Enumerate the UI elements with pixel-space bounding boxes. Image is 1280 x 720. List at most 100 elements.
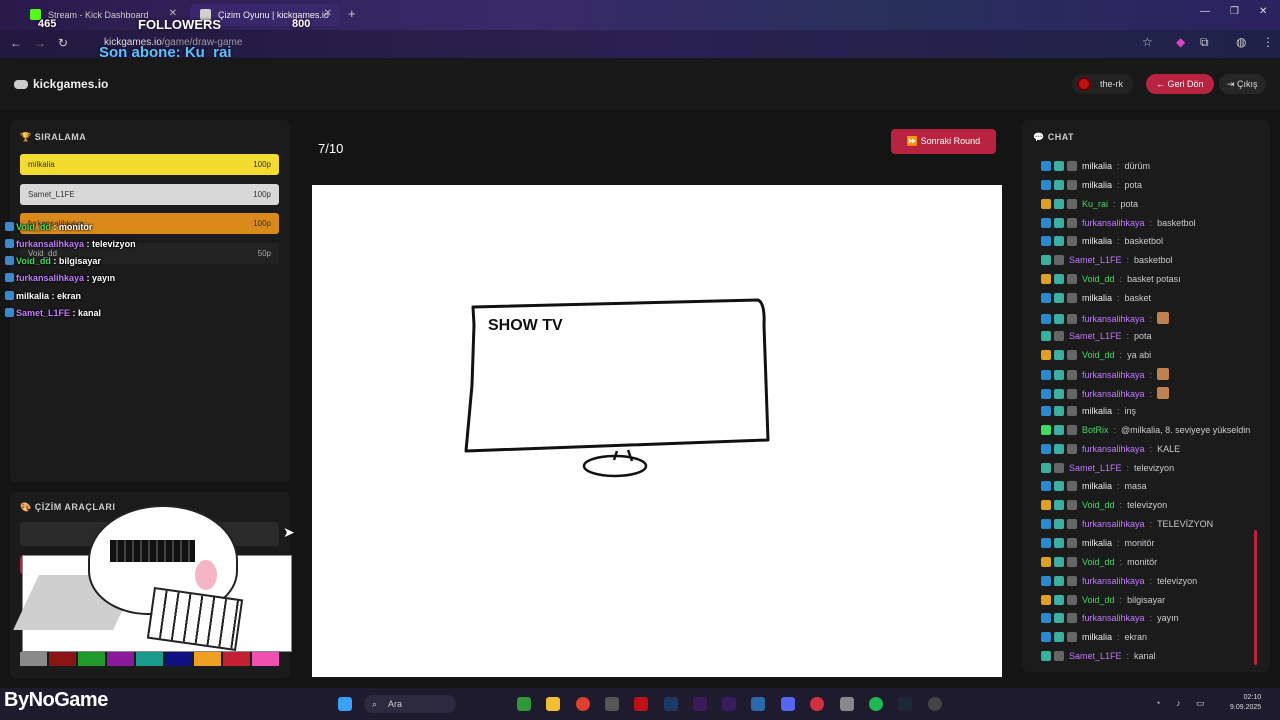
overlay-chat-line: furkansalihkaya : yayın (5, 273, 115, 283)
chat-username[interactable]: milkalia (1082, 538, 1112, 548)
chat-username[interactable]: milkalia (1082, 180, 1112, 190)
close-tab-icon[interactable]: ✕ (324, 8, 332, 19)
overlay-chat-user: Samet_L1FE (16, 308, 71, 318)
chrome-icon[interactable] (576, 697, 590, 711)
file-explorer-icon[interactable] (546, 697, 560, 711)
chat-username[interactable]: milkalia (1082, 406, 1112, 416)
chat-username[interactable]: Void_dd (1082, 274, 1115, 284)
badge-icon (1041, 462, 1051, 473)
settings-icon[interactable] (840, 697, 854, 711)
badge-icon (1054, 500, 1064, 511)
chat-username[interactable]: furkansalihkaya (1082, 389, 1145, 399)
chat-username[interactable]: milkalia (1082, 236, 1112, 246)
chat-separator: : (1149, 575, 1153, 586)
color-swatch[interactable] (165, 652, 192, 666)
site-logo[interactable]: kickgames.io (14, 77, 108, 91)
chat-username[interactable]: furkansalihkaya (1082, 444, 1145, 454)
user-icon (1067, 349, 1077, 360)
wifi-icon[interactable]: ◔ (1155, 698, 1160, 708)
chat-username[interactable]: Ku_rai (1082, 199, 1108, 209)
back-icon[interactable]: ← (10, 36, 22, 50)
chat-username[interactable]: milkalia (1082, 632, 1112, 642)
volume-icon[interactable]: ♪ (1176, 698, 1181, 708)
chat-username[interactable]: Samet_L1FE (1069, 331, 1122, 341)
extensions-puzzle-icon[interactable]: ⧉ (1200, 35, 1209, 50)
badge-icon (1054, 274, 1064, 285)
exit-button[interactable]: ⇥ Çıkış (1219, 74, 1266, 94)
badge-icon (1041, 575, 1051, 586)
app-icon[interactable] (605, 697, 619, 711)
profile-icon[interactable]: ◍ (1236, 35, 1246, 49)
chat-username[interactable]: milkalia (1082, 293, 1112, 303)
color-swatch[interactable] (78, 652, 105, 666)
tools-title: 🎨 ÇİZİM ARAÇLARI (20, 502, 115, 513)
photoshop-icon[interactable] (664, 697, 678, 711)
chat-scrollbar[interactable] (1254, 530, 1257, 665)
bookmark-star-icon[interactable]: ☆ (1142, 35, 1153, 49)
chat-username[interactable]: furkansalihkaya (1082, 218, 1145, 228)
overlay-chat-line: milkalia : ekran (5, 291, 81, 301)
maximize-icon[interactable]: ❐ (1230, 6, 1239, 17)
back-button[interactable]: ← Geri Dön (1146, 74, 1214, 94)
overlay-chat-sep: : (84, 273, 93, 283)
app-icon[interactable] (810, 697, 824, 711)
user-icon (1067, 481, 1077, 492)
badge-icon (1054, 292, 1064, 303)
user-icon (1067, 424, 1077, 435)
color-swatch[interactable] (194, 652, 221, 666)
close-window-icon[interactable]: ✕ (1259, 6, 1267, 17)
minimize-icon[interactable]: — (1200, 6, 1210, 17)
windows-start-icon[interactable] (338, 697, 352, 711)
battery-icon[interactable]: ▭ (1196, 698, 1205, 709)
premiere-icon[interactable] (693, 697, 707, 711)
chat-username[interactable]: furkansalihkaya (1082, 519, 1145, 529)
drawing-canvas[interactable]: SHOW TV (312, 185, 1002, 677)
chat-title-text: CHAT (1047, 132, 1075, 142)
color-swatch[interactable] (107, 652, 134, 666)
exit-label: Çıkış (1237, 79, 1258, 89)
minecraft-icon[interactable] (517, 697, 531, 711)
taskbar-clock[interactable]: 02:10 9.09.2025 (1230, 693, 1261, 713)
chat-text: pota (1120, 198, 1139, 209)
chat-separator: : (1126, 651, 1130, 662)
chat-username[interactable]: Samet_L1FE (1069, 463, 1122, 473)
chat-username[interactable]: Void_dd (1082, 557, 1115, 567)
spotify-icon[interactable] (869, 697, 883, 711)
color-swatch[interactable] (136, 652, 163, 666)
player-points: 50p (257, 248, 271, 258)
chat-username[interactable]: Void_dd (1082, 500, 1115, 510)
chat-username[interactable]: milkalia (1082, 481, 1112, 491)
chat-username[interactable]: BotRix (1082, 425, 1109, 435)
color-swatch[interactable] (49, 652, 76, 666)
app-icon[interactable] (751, 697, 765, 711)
badge-icon (1054, 575, 1064, 586)
color-swatch[interactable] (223, 652, 250, 666)
new-tab-button[interactable]: + (348, 6, 356, 21)
chat-username[interactable]: Samet_L1FE (1069, 255, 1122, 265)
obs-icon[interactable] (928, 697, 942, 711)
chat-username[interactable]: Void_dd (1082, 350, 1115, 360)
chat-username[interactable]: milkalia (1082, 161, 1112, 171)
chat-message: milkalia: inş (1041, 406, 1136, 417)
taskbar-search[interactable]: ⌕ Ara (364, 695, 456, 713)
chat-username[interactable]: furkansalihkaya (1082, 314, 1145, 324)
netflix-icon[interactable] (634, 697, 648, 711)
chat-username[interactable]: Void_dd (1082, 595, 1115, 605)
chat-username[interactable]: furkansalihkaya (1082, 576, 1145, 586)
overlay-chat-user: Void_dd (16, 222, 51, 232)
extension-icon[interactable]: ◆ (1176, 35, 1185, 49)
chat-username[interactable]: furkansalihkaya (1082, 370, 1145, 380)
reload-icon[interactable]: ↻ (58, 36, 68, 50)
after-effects-icon[interactable] (722, 697, 736, 711)
steam-icon[interactable] (898, 697, 912, 711)
menu-dots-icon[interactable]: ⋮ (1262, 35, 1274, 49)
discord-icon[interactable] (781, 697, 795, 711)
next-round-button[interactable]: ⏩ Sonraki Round (891, 129, 996, 154)
chat-username[interactable]: Samet_L1FE (1069, 651, 1122, 661)
color-swatch[interactable] (20, 652, 47, 666)
chat-username[interactable]: furkansalihkaya (1082, 613, 1145, 623)
color-swatch[interactable] (252, 652, 279, 666)
user-icon (1067, 179, 1077, 190)
user-chip[interactable]: the-rk (1072, 74, 1134, 94)
forward-icon[interactable]: → (34, 36, 46, 50)
